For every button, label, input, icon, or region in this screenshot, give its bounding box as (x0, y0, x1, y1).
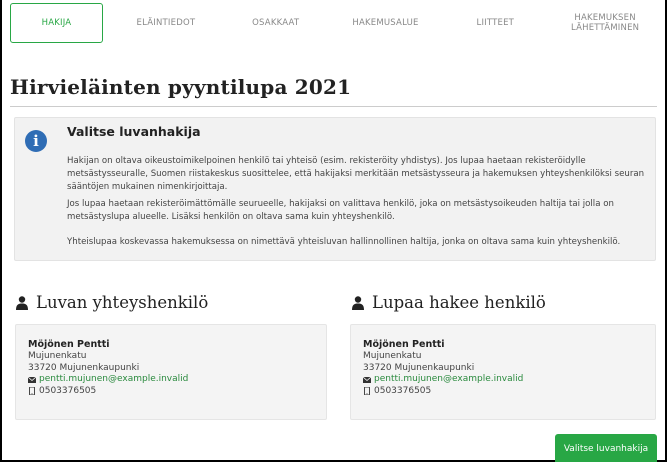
applicant-email-row: pentti.mujunen@example.invalid (363, 374, 655, 386)
applicant-person-heading: Lupaa hakee henkilö (352, 293, 546, 312)
info-paragraph-3: Yhteislupaa koskevassa hakemuksessa on n… (67, 237, 621, 247)
info-paragraph-1: Hakijan on oltava oikeustoimikelpoinen h… (67, 156, 645, 192)
contact-name: Möjönen Pentti (28, 339, 110, 350)
envelope-icon (363, 376, 371, 383)
envelope-icon (28, 376, 36, 383)
contact-email-link[interactable]: pentti.mujunen@example.invalid (39, 374, 188, 386)
contact-person-title: Luvan yhteyshenkilö (36, 293, 209, 312)
contact-phone: 0503376505 (39, 385, 97, 396)
mobile-phone-icon (364, 387, 370, 396)
tab-hakemusalue[interactable]: HAKEMUSALUE (331, 3, 441, 43)
tab-osakkaat[interactable]: OSAKKAAT (221, 3, 331, 43)
applicant-street: Mujunenkatu (363, 351, 422, 361)
info-icon: i (25, 130, 47, 152)
wizard-tabs: HAKIJA ELÄINTIEDOT OSAKKAAT HAKEMUSALUE … (10, 3, 660, 43)
tab-liitteet[interactable]: LIITTEET (440, 3, 550, 43)
applicant-name: Möjönen Pentti (363, 339, 445, 350)
contact-phone-row: 0503376505 (28, 386, 326, 398)
tab-hakemuksen-lahettaminen[interactable]: HAKEMUKSEN LÄHETTÄMINEN (550, 3, 660, 43)
user-icon (352, 295, 364, 310)
applicant-person-card: Möjönen Pentti Mujunenkatu 33720 Mujunen… (350, 324, 656, 420)
choose-applicant-button[interactable]: Valitse luvanhakija (555, 434, 657, 462)
user-icon (16, 295, 28, 310)
contact-person-card: Möjönen Pentti Mujunenkatu 33720 Mujunen… (15, 324, 327, 420)
applicant-phone-row: 0503376505 (363, 386, 655, 398)
mobile-phone-icon (29, 387, 35, 396)
contact-person-heading: Luvan yhteyshenkilö (16, 293, 208, 312)
applicant-phone: 0503376505 (374, 385, 432, 396)
title-divider (10, 106, 657, 107)
tab-elaintiedot[interactable]: ELÄINTIEDOT (111, 3, 221, 43)
applicant-person-title: Lupaa hakee henkilö (372, 293, 546, 312)
tab-hakija[interactable]: HAKIJA (10, 3, 103, 43)
info-heading: Valitse luvanhakija (67, 124, 201, 139)
applicant-city: 33720 Mujunenkaupunki (363, 362, 475, 373)
page-title: Hirvieläinten pyyntilupa 2021 (10, 75, 352, 99)
info-panel: i Valitse luvanhakija Hakijan on oltava … (14, 117, 656, 261)
contact-city: 33720 Mujunenkaupunki (28, 362, 140, 373)
contact-email-row: pentti.mujunen@example.invalid (28, 374, 326, 386)
contact-street: Mujunenkatu (28, 351, 87, 361)
applicant-email-link[interactable]: pentti.mujunen@example.invalid (374, 374, 523, 386)
info-paragraph-2: Jos lupaa haetaan rekisteröimättömälle s… (67, 199, 614, 222)
